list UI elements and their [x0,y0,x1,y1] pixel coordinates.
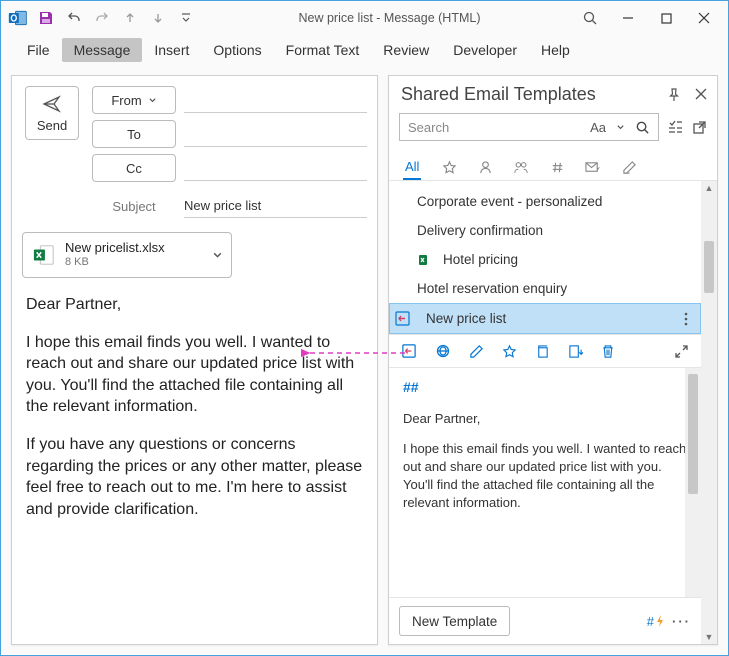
minimize-icon[interactable] [618,8,638,28]
hash-icon[interactable] [549,160,565,176]
preview-body: I hope this email finds you well. I want… [403,440,687,513]
window-controls [580,8,724,28]
star-icon[interactable] [441,160,457,176]
undo-icon[interactable] [61,5,87,31]
tab-review[interactable]: Review [371,38,441,62]
match-case-label[interactable]: Aa [590,120,606,135]
action-link-icon[interactable] [435,343,451,359]
filter-tabs: All [389,149,717,181]
message-body[interactable]: Dear Partner, I hope this email finds yo… [12,278,377,552]
template-item[interactable]: Corporate event - personalized [389,187,701,216]
send-label: Send [37,118,67,133]
manage-icon[interactable] [667,119,684,136]
open-external-icon[interactable] [692,120,707,135]
filter-all[interactable]: All [403,155,421,180]
excel-icon [417,252,433,268]
close-panel-icon[interactable] [695,88,707,102]
person-icon[interactable] [477,160,493,176]
more-icon[interactable] [684,312,690,326]
scrollbar[interactable] [685,368,701,597]
close-icon[interactable] [694,8,714,28]
qat-dropdown-icon[interactable] [173,5,199,31]
chevron-down-icon[interactable] [212,250,223,261]
title-bar: New price list - Message (HTML) [1,1,728,35]
excel-icon [31,242,57,268]
chevron-down-icon[interactable] [616,123,625,132]
compose-panel: Send From To [11,75,378,645]
action-delete-icon[interactable] [601,344,615,359]
more-icon[interactable]: ··· [672,614,691,629]
search-icon[interactable] [635,120,650,135]
template-actions [389,334,701,368]
attachment-chip[interactable]: New pricelist.xlsx 8 KB [22,232,232,278]
ribbon-tabs: File Message Insert Options Format Text … [1,35,728,65]
maximize-icon[interactable] [656,8,676,28]
content-area: Send From To [1,65,728,655]
quick-access-toolbar [5,5,199,31]
template-item-selected[interactable]: New price list [389,303,701,334]
tab-file[interactable]: File [15,38,62,62]
tab-help[interactable]: Help [529,38,582,62]
preview-marker: ## [403,378,687,398]
send-button[interactable]: Send [25,86,79,140]
outlook-icon [5,5,31,31]
hash-shortcut-icon[interactable]: # [647,614,664,629]
greeting: Dear Partner, [26,294,363,316]
template-item[interactable]: Delivery confirmation [389,216,701,245]
action-favorite-icon[interactable] [502,344,517,359]
template-preview: ## Dear Partner, I hope this email finds… [389,368,701,597]
tab-format-text[interactable]: Format Text [274,38,372,62]
action-import-icon[interactable] [568,344,583,359]
pin-icon[interactable] [667,88,681,102]
search-placeholder: Search [408,120,449,135]
from-field[interactable] [184,87,367,113]
new-template-button[interactable]: New Template [399,606,510,636]
up-icon[interactable] [117,5,143,31]
down-icon[interactable] [145,5,171,31]
cc-button[interactable]: Cc [92,154,176,182]
window-title: New price list - Message (HTML) [199,11,580,25]
to-button[interactable]: To [92,120,176,148]
mail-icon[interactable] [585,160,601,176]
preview-greeting: Dear Partner, [403,410,687,428]
search-input[interactable]: Search Aa [399,113,659,141]
expand-icon[interactable] [674,344,689,359]
action-edit-icon[interactable] [469,344,484,359]
tab-options[interactable]: Options [201,38,273,62]
search-icon[interactable] [580,8,600,28]
redo-icon[interactable] [89,5,115,31]
template-item[interactable]: Hotel reservation enquiry [389,274,701,303]
templates-panel: Shared Email Templates Search Aa [388,75,718,645]
insert-icon[interactable] [394,310,412,328]
subject-field[interactable]: New price list [184,194,367,218]
panel-title: Shared Email Templates [401,84,596,105]
tab-message[interactable]: Message [62,38,143,62]
to-field[interactable] [184,121,367,147]
tab-insert[interactable]: Insert [142,38,201,62]
scrollbar[interactable]: ▲ ▼ [701,181,717,644]
people-icon[interactable] [513,160,529,176]
outlook-window: New price list - Message (HTML) File Mes… [0,0,729,656]
from-button[interactable]: From [92,86,176,114]
template-list: Corporate event - personalized Delivery … [389,181,701,334]
cc-field[interactable] [184,155,367,181]
body-paragraph: I hope this email finds you well. I want… [26,332,363,418]
panel-footer: New Template # ··· [389,597,701,644]
action-insert-icon[interactable] [401,343,417,359]
subject-label: Subject [92,199,176,214]
attachment-info: New pricelist.xlsx 8 KB [65,241,204,269]
save-icon[interactable] [33,5,59,31]
tab-developer[interactable]: Developer [441,38,529,62]
edit-icon[interactable] [621,160,637,176]
template-item[interactable]: Hotel pricing [389,245,701,274]
action-copy-icon[interactable] [535,344,550,359]
body-paragraph: If you have any questions or concerns re… [26,434,363,520]
